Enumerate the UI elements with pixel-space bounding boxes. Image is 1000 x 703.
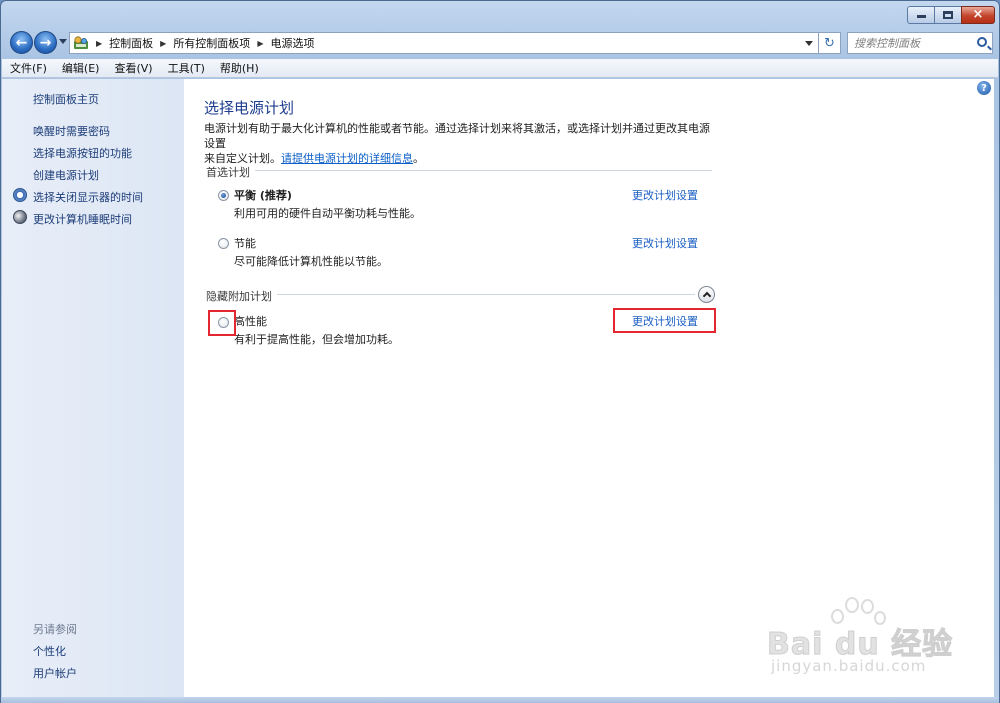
plan-desc-high-performance: 有利于提高性能，但会增加功耗。 — [234, 333, 399, 346]
address-bar[interactable]: ▶ 控制面板 ▶ 所有控制面板项 ▶ 电源选项 — [69, 32, 819, 54]
collapse-hidden-plans-button[interactable] — [698, 286, 715, 303]
description-end: 。 — [413, 152, 424, 165]
menu-help[interactable]: 帮助(H) — [213, 60, 266, 76]
menu-bar: 文件(F) 编辑(E) 查看(V) 工具(T) 帮助(H) — [2, 59, 998, 78]
arrow-right-icon: → — [39, 34, 52, 51]
breadcrumb-all-items[interactable]: 所有控制面板项 — [173, 35, 250, 51]
paw-icon — [845, 597, 859, 613]
radio-power-saver[interactable] — [218, 238, 229, 249]
menu-view[interactable]: 查看(V) — [107, 60, 159, 76]
control-panel-icon — [74, 36, 88, 49]
address-dropdown-icon[interactable] — [805, 41, 813, 46]
sidebar-control-panel-home[interactable]: 控制面板主页 — [33, 91, 99, 107]
plan-desc-power-saver: 尽可能降低计算机性能以节能。 — [234, 255, 388, 268]
preferred-plans-heading: 首选计划 — [206, 166, 250, 179]
moon-icon — [13, 210, 27, 224]
sidebar-personalization[interactable]: 个性化 — [33, 643, 66, 659]
change-plan-settings-balanced[interactable]: 更改计划设置 — [632, 187, 698, 203]
breadcrumb-separator-icon[interactable]: ▶ — [257, 39, 263, 48]
section-divider — [277, 294, 695, 295]
chevron-up-icon — [702, 291, 711, 301]
refresh-button[interactable]: ↻ — [819, 32, 841, 54]
breadcrumb-separator-icon[interactable]: ▶ — [160, 39, 166, 48]
breadcrumb-power-options[interactable]: 电源选项 — [270, 35, 314, 51]
maximize-button[interactable] — [934, 6, 962, 24]
refresh-icon: ↻ — [824, 35, 835, 51]
clock-icon — [13, 188, 27, 202]
see-also-heading: 另请参阅 — [33, 623, 77, 636]
plan-details-link[interactable]: 请提供电源计划的详细信息 — [281, 152, 413, 165]
plan-desc-balanced: 利用可用的硬件自动平衡功耗与性能。 — [234, 207, 421, 220]
back-button[interactable]: ← — [10, 31, 33, 54]
paw-icon — [861, 599, 874, 614]
search-icon[interactable] — [977, 37, 987, 47]
plan-name-power-saver[interactable]: 节能 — [234, 235, 256, 251]
watermark-url: jingyan.baidu.com — [771, 657, 927, 675]
baidu-watermark: Bai du 经验 jingyan.baidu.com — [761, 597, 956, 687]
hidden-plans-heading: 隐藏附加计划 — [206, 290, 272, 303]
navigation-bar: ← → ▶ 控制面板 ▶ 所有控制面板项 ▶ 电源选项 ↻ — [1, 29, 999, 57]
window-bottom-frame — [1, 697, 999, 703]
description-line-1: 电源计划有助于最大化计算机的性能或者节能。通过选择计划来将其激活，或选择计划并通… — [204, 122, 710, 150]
menu-edit[interactable]: 编辑(E) — [55, 60, 107, 76]
plan-name-high-performance[interactable]: 高性能 — [234, 313, 267, 329]
breadcrumb-control-panel[interactable]: 控制面板 — [109, 35, 153, 51]
sidebar-user-accounts[interactable]: 用户帐户 — [33, 665, 77, 681]
sidebar-sleep-time[interactable]: 更改计算机睡眠时间 — [33, 211, 132, 227]
menu-file[interactable]: 文件(F) — [3, 60, 54, 76]
highlight-box-link — [613, 308, 716, 333]
menu-tools[interactable]: 工具(T) — [161, 60, 212, 76]
change-plan-settings-power-saver[interactable]: 更改计划设置 — [632, 235, 698, 251]
task-pane: 控制面板主页 唤醒时需要密码 选择电源按钮的功能 创建电源计划 选择关闭显示器的… — [2, 79, 184, 697]
help-icon[interactable]: ? — [977, 81, 991, 95]
maximize-icon — [943, 11, 953, 19]
sidebar-require-password[interactable]: 唤醒时需要密码 — [33, 123, 110, 139]
forward-button[interactable]: → — [34, 31, 57, 54]
recent-pages-dropdown[interactable] — [59, 39, 67, 44]
minimize-icon — [916, 12, 926, 18]
sidebar-power-buttons[interactable]: 选择电源按钮的功能 — [33, 145, 132, 161]
title-bar: × — [1, 1, 999, 29]
close-button[interactable]: × — [961, 6, 995, 24]
sidebar-display-off[interactable]: 选择关闭显示器的时间 — [33, 189, 143, 205]
plan-name-balanced[interactable]: 平衡 (推荐) — [234, 187, 292, 203]
search-box[interactable] — [847, 32, 993, 54]
arrow-left-icon: ← — [15, 34, 28, 51]
breadcrumb-separator-icon[interactable]: ▶ — [96, 39, 102, 48]
page-title: 选择电源计划 — [204, 99, 295, 117]
page-description: 电源计划有助于最大化计算机的性能或者节能。通过选择计划来将其激活，或选择计划并通… — [204, 121, 719, 166]
radio-balanced[interactable] — [218, 190, 229, 201]
close-icon: × — [972, 7, 984, 22]
minimize-button[interactable] — [907, 6, 935, 24]
search-input[interactable] — [854, 36, 972, 50]
section-divider — [255, 170, 712, 171]
sidebar-create-plan[interactable]: 创建电源计划 — [33, 167, 99, 183]
highlight-box-radio — [208, 310, 236, 336]
explorer-window: × ← → ▶ 控制面板 ▶ 所有控制面板项 ▶ 电源选项 ↻ 文件(F — [0, 0, 1000, 703]
